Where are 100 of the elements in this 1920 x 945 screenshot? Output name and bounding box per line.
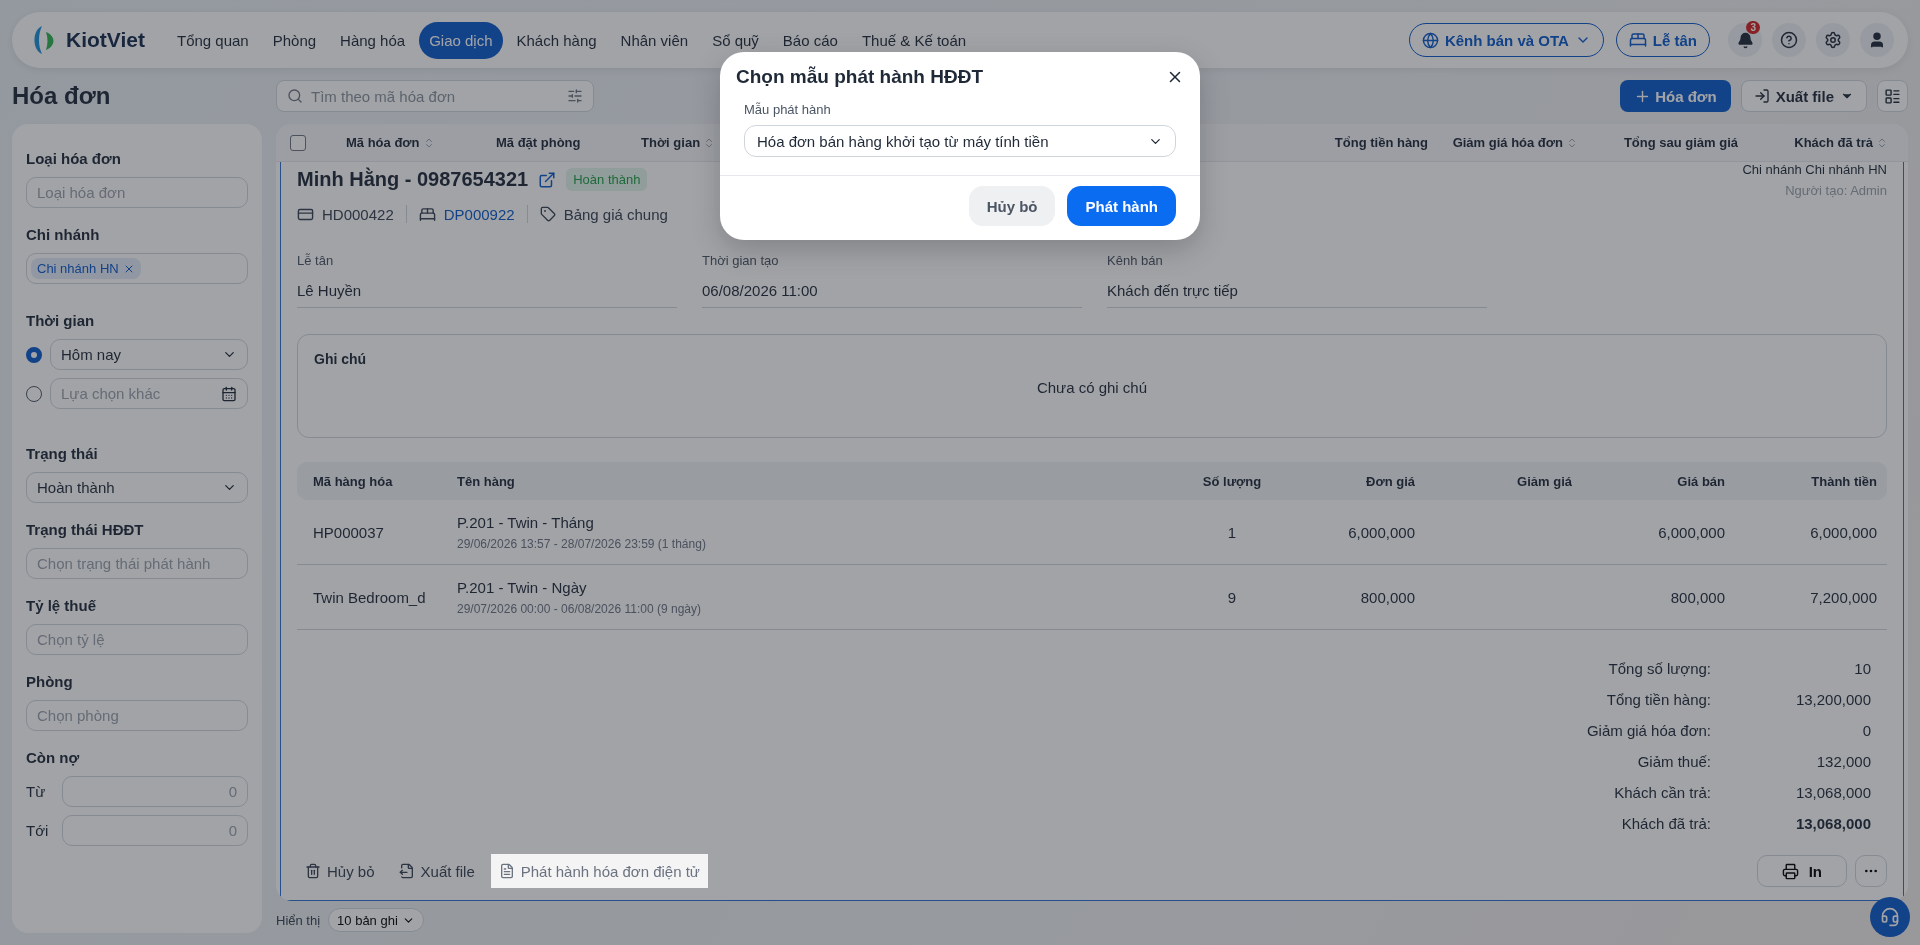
column-header: Thành tiền (1810, 473, 1877, 489)
calendar-icon (221, 385, 237, 402)
tag-icon (539, 206, 556, 222)
globe-icon (1421, 31, 1439, 49)
radio-button[interactable] (26, 385, 42, 402)
nav-item[interactable]: Phòng (262, 21, 327, 59)
action-button[interactable]: Xuất file (390, 854, 483, 888)
field-label: Mẫu phát hành (744, 102, 832, 117)
filter-label: Trạng thái HĐĐT (26, 521, 145, 538)
document-icon (498, 863, 515, 879)
sort-icon (1566, 136, 1578, 149)
nav-item[interactable]: Hàng hóa (330, 21, 416, 59)
reception-button[interactable]: Lễ tân (1615, 23, 1710, 57)
field-label: Thời gian tạo (702, 253, 780, 268)
total-label: Tổng tiền hàng: (1605, 691, 1711, 708)
filter-label: Phòng (26, 673, 74, 690)
table-cell-text: 800,000 (1359, 588, 1415, 606)
sort-icon (1876, 136, 1888, 149)
nav-item[interactable]: Nhân viên (610, 21, 699, 59)
invoice-code: HD000422 (322, 205, 394, 223)
column-header[interactable]: Mã hóa đơn (330, 135, 480, 150)
column-header: Tổng tiền hàng (1333, 135, 1428, 150)
total-value: 10 (1853, 660, 1871, 677)
support-button[interactable] (1870, 897, 1910, 937)
item-name: P.201 - Twin - Ngày (457, 578, 588, 596)
nav-item[interactable]: Tổng quan (166, 21, 259, 59)
branch-field[interactable]: Chi nhánh HN (26, 253, 248, 284)
time-select[interactable]: Hôm nay (50, 339, 248, 370)
column-header: Tên hàng (457, 473, 516, 489)
booking-code-link[interactable]: DP000922 (443, 205, 515, 223)
customer-name: Minh Hằng - 0987654321 (297, 168, 529, 191)
nav-item[interactable]: Giao dịch (419, 21, 503, 59)
item-name: P.201 - Twin - Tháng (457, 513, 595, 531)
print-button[interactable]: In (1756, 855, 1847, 887)
column-header[interactable]: Khách đã trả (1738, 135, 1888, 150)
column-header: Số lượng (1201, 473, 1263, 489)
column-header: Giá bán (1676, 473, 1725, 489)
column-header[interactable]: Giảm giá hóa đơn (1428, 135, 1578, 150)
field-value: Khách đến trực tiếp (1107, 268, 1487, 308)
table-cell-text: 6,000,000 (1347, 523, 1415, 541)
dialog-title: Chọn mẫu phát hành HĐĐT (736, 66, 983, 88)
total-label: Khách cần trả: (1613, 784, 1711, 801)
import-arrow-icon (1753, 88, 1770, 104)
note-label: Ghi chú (314, 351, 368, 367)
channel-button[interactable]: Kênh bán và OTA (1408, 23, 1604, 57)
status-select[interactable]: Hoàn thành (26, 472, 248, 503)
table-cell-text: Twin Bedroom_d (313, 588, 427, 606)
trash-icon (305, 863, 321, 879)
range-label: Tới (26, 822, 50, 839)
radio-button[interactable] (26, 346, 42, 363)
external-link-icon[interactable] (538, 170, 557, 189)
nav-item[interactable]: Khách hàng (506, 21, 607, 59)
action-button[interactable]: Phát hành hóa đơn điện tử (490, 854, 708, 888)
creator-text: Người tạo: Admin (1785, 183, 1887, 198)
column-header: Tổng sau giảm giá (1622, 135, 1738, 150)
export-icon (398, 863, 415, 879)
list-icon (1884, 87, 1901, 105)
total-label: Giảm giá hóa đơn: (1585, 722, 1711, 739)
table-cell-text: 9 (1226, 588, 1238, 606)
note-text: Chưa có ghi chú (1036, 379, 1148, 396)
select-all-checkbox[interactable] (290, 134, 306, 151)
branch-text: Chi nhánh Chi nhánh HN (1742, 162, 1887, 177)
filter-icon[interactable] (567, 88, 583, 104)
total-value: 0 (1861, 722, 1871, 739)
new-invoice-button[interactable]: Hóa đơn (1620, 80, 1731, 112)
table-cell-text: 7,200,000 (1809, 588, 1877, 606)
total-label: Giảm thuế: (1636, 753, 1711, 770)
help-button[interactable] (1772, 23, 1806, 57)
field-value: 06/08/2026 11:00 (702, 268, 1082, 308)
template-select[interactable]: Hóa đơn bán hàng khởi tạo từ máy tính tiền (744, 125, 1176, 157)
issue-button[interactable]: Phát hành (1067, 186, 1176, 226)
table-cell-text: 6,000,000 (1809, 523, 1877, 541)
settings-icon (1824, 31, 1842, 49)
table-cell-text: 6,000,000 (1657, 523, 1725, 541)
column-header: Đơn giá (1365, 473, 1415, 489)
action-button[interactable]: Hủy bỏ (297, 854, 383, 888)
notification-badge: 3 (1746, 21, 1760, 34)
search-icon (287, 88, 303, 104)
filter-label: Thời gian (26, 312, 96, 329)
cancel-button[interactable]: Hủy bỏ (968, 186, 1056, 226)
column-header: Mã hàng hóa (313, 473, 394, 489)
logo-text: KiotViet (66, 28, 145, 52)
range-label: Từ (26, 783, 47, 800)
table-cell-text: HP000037 (313, 523, 385, 541)
help-icon (1780, 31, 1798, 49)
column-header: Giảm giá (1516, 473, 1572, 489)
search-input[interactable]: Tìm theo mã hóa đơn (309, 86, 561, 106)
branch-tag[interactable]: Chi nhánh HN (31, 258, 141, 279)
page-size-select[interactable]: 10 bản ghi (328, 908, 424, 932)
item-period: 29/07/2026 00:00 - 06/08/2026 11:00 (9 ngày) (457, 601, 702, 616)
bed-icon (1628, 31, 1647, 49)
view-toggle-button[interactable] (1877, 80, 1908, 112)
notification-button[interactable]: 3 (1728, 23, 1762, 57)
page-size-label: Hiển thị (276, 912, 321, 928)
price-list: Bảng giá chung (563, 205, 668, 223)
search-field[interactable]: Tìm theo mã hóa đơn (276, 80, 594, 112)
export-button[interactable]: Xuất file (1740, 80, 1867, 112)
settings-button[interactable] (1816, 23, 1850, 57)
total-label: Khách đã trả: (1620, 815, 1711, 832)
account-button[interactable] (1860, 23, 1894, 57)
